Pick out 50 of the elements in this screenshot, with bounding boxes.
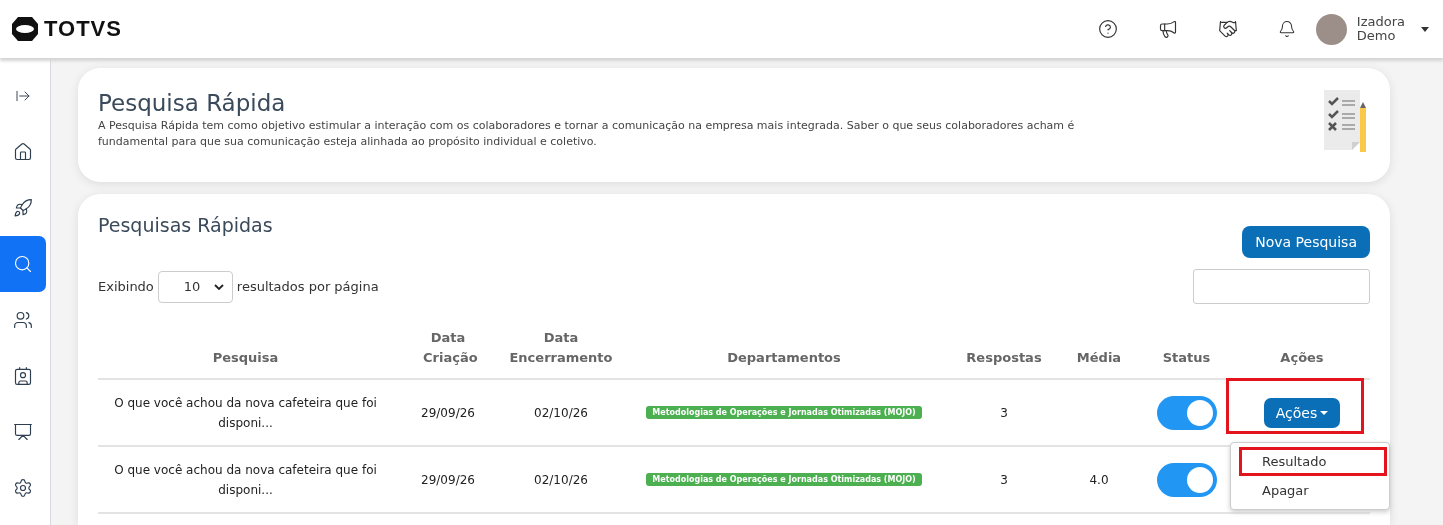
- user-name: Izadora: [1356, 15, 1405, 29]
- chevron-down-icon: [213, 283, 224, 290]
- help-icon[interactable]: [1097, 19, 1118, 39]
- sidebar-toggle-icon: [14, 88, 31, 104]
- table-cell-text: O que você achou da nova cafeteira que foi disponi...: [113, 461, 378, 499]
- department-tag: Metodologias de Operações e Jornadas Otimizadas (MOJO): [646, 406, 922, 419]
- page-title: Pesquisa Rápida: [98, 90, 287, 116]
- column-header: Média: [1075, 349, 1123, 367]
- section-title: Pesquisas Rápidas: [98, 214, 273, 236]
- caret-icon[interactable]: [1421, 26, 1429, 32]
- status-toggle[interactable]: [1156, 395, 1217, 430]
- rocket-icon: [12, 198, 33, 218]
- page-size-select[interactable]: 10: [157, 270, 233, 303]
- settings-icon: [12, 478, 33, 498]
- column-header: Data Encerramento: [508, 329, 614, 367]
- table-cell-text: 3: [999, 471, 1009, 489]
- column-header: Respostas: [965, 349, 1043, 367]
- badge-icon: [12, 366, 33, 386]
- people-icon: [12, 310, 33, 330]
- table-cell-text: 4.0: [1088, 471, 1110, 489]
- megaphone-icon[interactable]: [1157, 19, 1178, 39]
- presentation-icon: [12, 422, 33, 442]
- show-label: Exibindo: [98, 279, 154, 294]
- department-tag: Metodologias de Operações e Jornadas Otimizadas (MOJO): [646, 473, 922, 486]
- home-icon: [12, 142, 33, 162]
- column-header: Departamentos: [726, 349, 842, 367]
- actions-button[interactable]: Ações: [1263, 397, 1341, 428]
- table-cell-text: O que você achou da nova cafeteira que foi disponi...: [113, 394, 378, 432]
- per-page-label: resultados por página: [236, 279, 379, 294]
- search-field[interactable]: [1193, 269, 1370, 304]
- table-cell-text: 02/10/26: [533, 471, 589, 489]
- table-cell-text: 29/09/26: [420, 404, 476, 422]
- table-cell-text: 3: [999, 404, 1009, 422]
- logo-text: TOTVS: [44, 16, 122, 42]
- table-cell-text: 02/10/26: [533, 404, 589, 422]
- user-role: Demo: [1356, 29, 1397, 43]
- logo-icon: [12, 16, 38, 42]
- handshake-icon[interactable]: [1217, 19, 1238, 39]
- column-header: Ações: [1279, 349, 1325, 367]
- new-survey-button[interactable]: Nova Pesquisa: [1242, 226, 1370, 258]
- column-header: Status: [1161, 349, 1212, 367]
- search-icon: [12, 254, 33, 274]
- table-cell-text: 29/09/26: [420, 471, 476, 489]
- avatar[interactable]: [1315, 13, 1347, 45]
- menu-item[interactable]: Apagar: [1239, 475, 1387, 505]
- bell-icon[interactable]: [1277, 20, 1296, 38]
- page-description: A Pesquisa Rápida tem como objetivo estimular a interação com os colaboradores e tornar a comunicação na empresa mais integrada. Saber o que seus colaboradores acham é fundamental para que sua comunicação esteja alinhada ao propósito individual e coletivo.: [98, 118, 1076, 150]
- column-header: Pesquisa: [211, 349, 280, 367]
- status-toggle[interactable]: [1156, 462, 1217, 497]
- menu-item[interactable]: Resultado: [1239, 446, 1387, 476]
